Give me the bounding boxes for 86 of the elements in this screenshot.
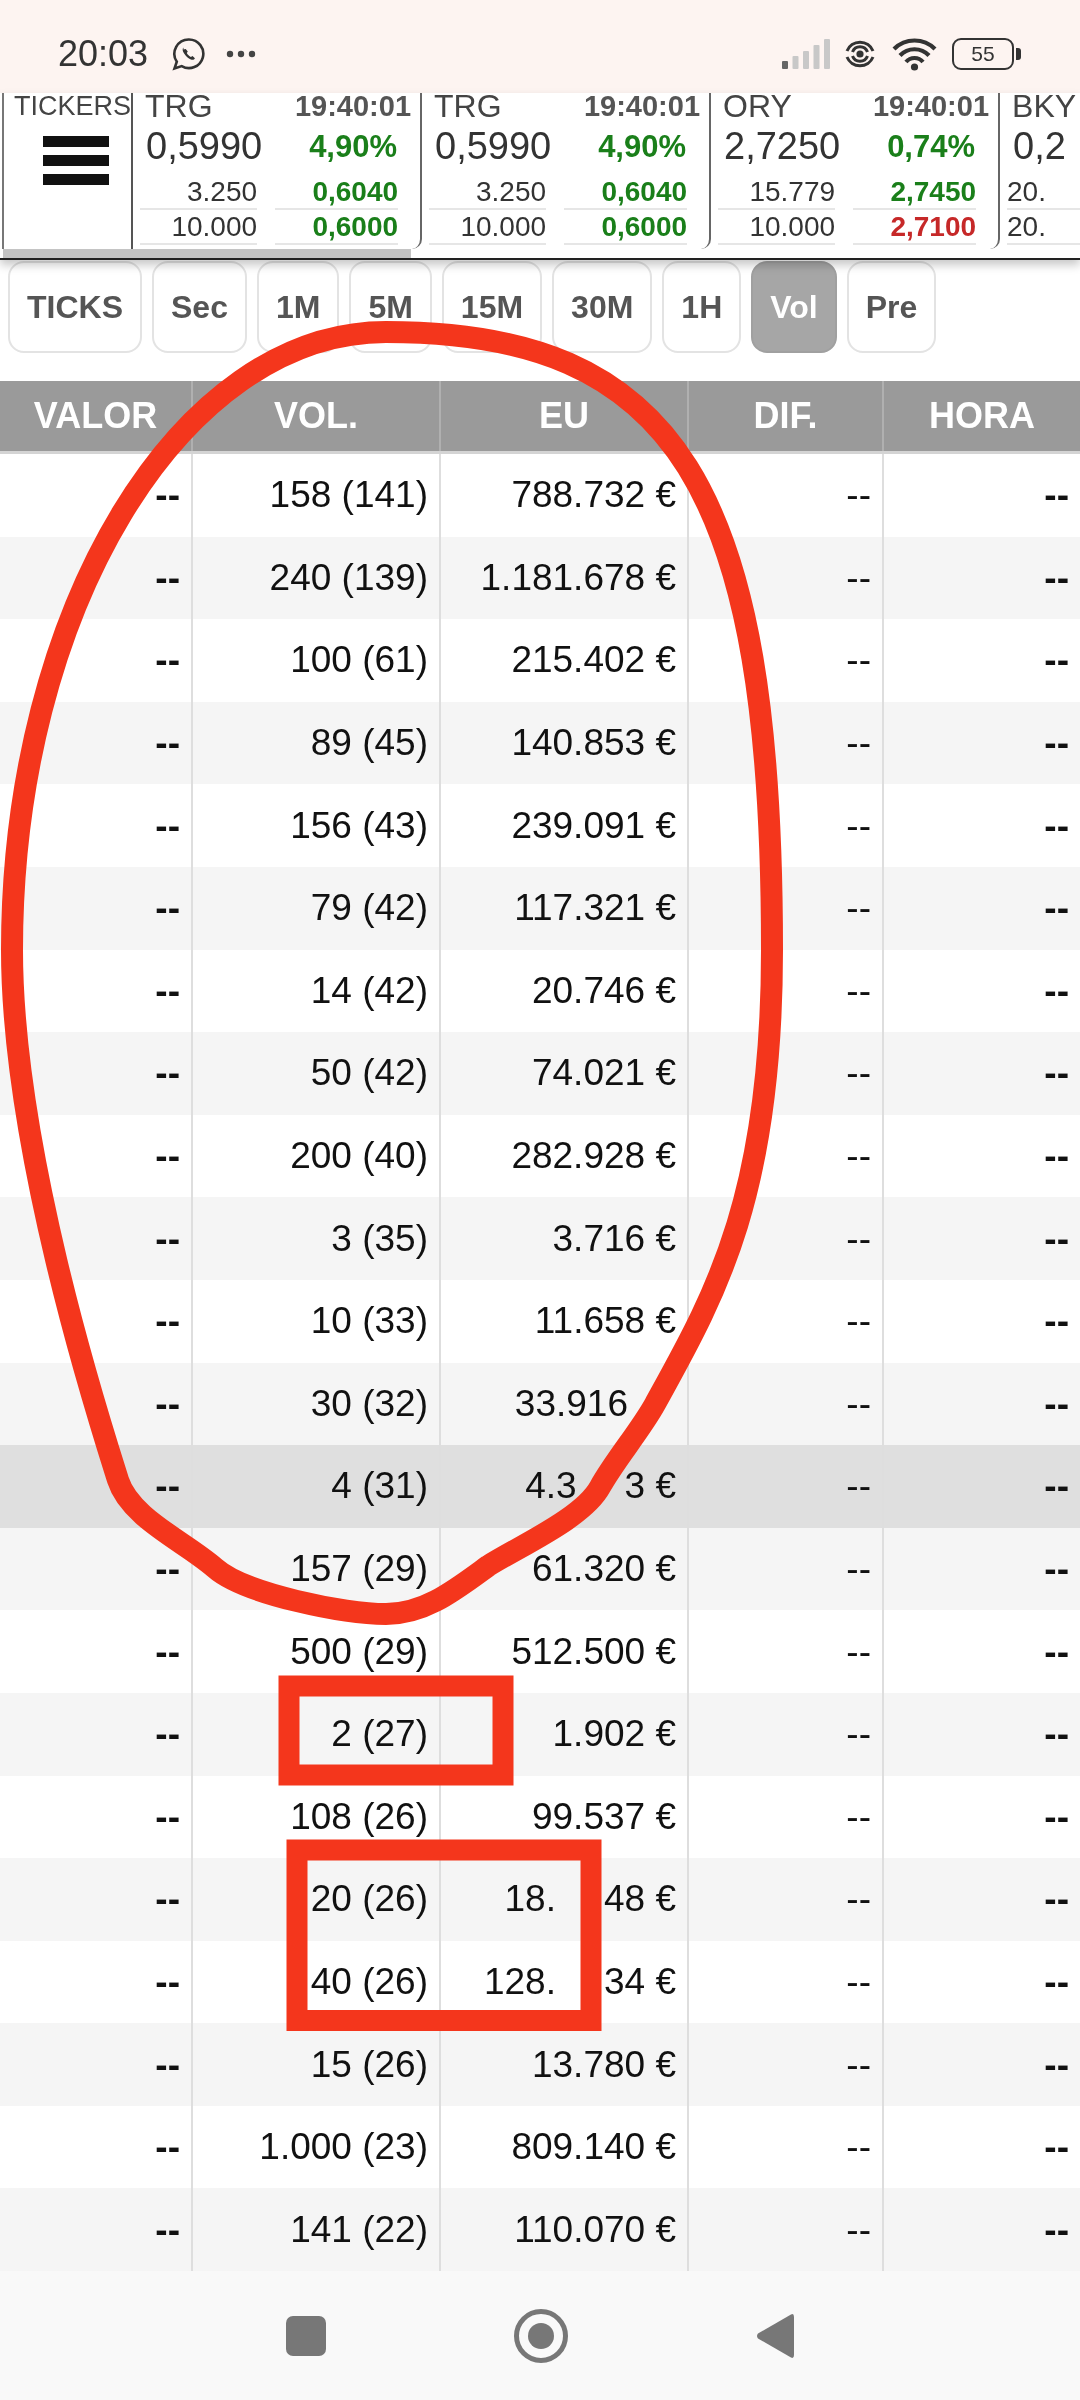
more-icon — [226, 49, 257, 58]
table-row[interactable]: -- 240 (139) 1.181.678 € -- -- — [0, 536, 1080, 620]
table-cell-text: -- — [1043, 1960, 1070, 2004]
ticker-price: 2,7250 — [724, 126, 841, 168]
price-text: 2,7450 — [853, 175, 977, 210]
quantity-text: 10.000 — [140, 210, 258, 245]
ticker-symbol: TRG — [145, 93, 213, 120]
ticker-card[interactable]: ORY 19:40:01 2,7250 0,74% 15.779 2,7450 10.000 2,7100 — [711, 93, 1001, 249]
table-cell-text: -- — [1043, 1381, 1070, 1426]
table-cell-text: -- — [1043, 1547, 1070, 1591]
table-cell-text: -- — [1043, 2207, 1070, 2252]
table-cell-text: -- — [1043, 638, 1070, 683]
quantity-text: 10.000 — [429, 210, 547, 245]
interval-tab[interactable]: 30M — [552, 261, 653, 353]
price-text: 0,6040 — [564, 175, 688, 210]
table-cell-text: -- — [1043, 886, 1070, 931]
table-cell-text: -- — [1043, 1794, 1070, 1839]
ticker-time: 19:40:01 — [872, 93, 990, 120]
table-cell-text: -- — [1043, 721, 1070, 766]
price-text: 0,6000 — [564, 210, 688, 245]
table-cell-text: -- — [1043, 1629, 1070, 1674]
wifi-icon — [892, 36, 937, 71]
table-row[interactable]: -- 3 (35) 3.716 € -- -- — [0, 1197, 1080, 1280]
ticker-symbol: BKY — [1012, 93, 1077, 120]
table-cell-text: -- — [1043, 1216, 1070, 1261]
table-row[interactable]: -- 50 (42) 74.021 € -- -- — [0, 1032, 1080, 1115]
ticker-change: 4,90% — [598, 129, 687, 165]
column-header: HORA — [928, 394, 1036, 438]
table-cell-text: -- — [1043, 1464, 1070, 1509]
home-icon[interactable] — [514, 2308, 568, 2363]
interval-tab[interactable]: 1H — [662, 261, 742, 353]
table-cell-text: -- — [1043, 1299, 1070, 1344]
column-header: DIF. — [689, 381, 884, 451]
interval-tab[interactable]: Sec — [152, 261, 247, 353]
table-cell-text: -- — [1043, 1877, 1070, 1922]
ticker-change: 4,90% — [309, 129, 398, 165]
table-row[interactable]: -- 89 (45) 140.853 € -- -- — [0, 701, 1080, 785]
battery-indicator: 55 — [952, 37, 1021, 70]
table-cell-text: -- — [1043, 803, 1070, 848]
back-icon[interactable] — [756, 2312, 794, 2359]
tickers-label: TICKERS — [14, 93, 132, 120]
ticker-time: 19:40:01 — [294, 93, 412, 120]
ticker-symbol: TRG — [434, 93, 502, 120]
phone-bubble-icon — [172, 36, 207, 71]
ticker-change: 0,74% — [887, 129, 976, 165]
quantity-text: 20. — [1007, 175, 1080, 210]
ticker-symbol: ORY — [723, 93, 792, 120]
table-cell-text: -- — [1043, 1712, 1070, 1757]
column-header: VALOR — [0, 381, 193, 451]
table-row[interactable]: -- 20 (26) 18. 48 € -- -- — [0, 1858, 1080, 1941]
scrollbar-thumb[interactable] — [3, 249, 411, 258]
quantity-text: 15.779 — [718, 175, 836, 210]
quantity-text: 10.000 — [718, 210, 836, 245]
ticker-card[interactable]: BKY 0,2 20. 20. — [1000, 93, 1080, 249]
table-cell-text: -- — [1043, 968, 1070, 1013]
status-time: 20:03 — [58, 35, 149, 72]
price-text: 0,6040 — [275, 175, 399, 210]
ticker-price: 0,5990 — [146, 126, 263, 168]
table-cell-text: -- — [1043, 555, 1070, 600]
ticker-time: 19:40:01 — [583, 93, 701, 120]
table-row[interactable]: -- 4 (31) 4.3 3 € -- -- — [0, 1445, 1080, 1528]
square-icon[interactable] — [286, 2315, 326, 2356]
interval-tab[interactable]: Pre — [846, 261, 937, 353]
signal-icon — [782, 38, 830, 69]
column-header: VOL. — [193, 381, 441, 451]
table-cell-text: -- — [1043, 473, 1070, 518]
table-row[interactable]: -- 15 (26) 13.780 € -- -- — [0, 2023, 1080, 2106]
interval-tab[interactable]: TICKS — [8, 261, 142, 353]
table-cell-text: -- — [1043, 2042, 1070, 2087]
quantity-text: 20. — [1007, 210, 1080, 245]
quantity-text: 3.250 — [429, 175, 547, 210]
table-cell-text: -- — [1043, 1134, 1070, 1179]
table-row[interactable]: -- 30 (32) 33.916 -- -- — [0, 1362, 1080, 1446]
quantity-text: 3.250 — [140, 175, 258, 210]
table-row[interactable]: -- 2 (27) 1.902 € -- -- — [0, 1692, 1080, 1776]
menu-icon[interactable] — [43, 136, 109, 185]
price-text: 0,6000 — [275, 210, 399, 245]
table-row[interactable]: -- 141 (22) 110.070 € -- -- — [0, 2188, 1080, 2272]
ticker-card[interactable]: TRG 19:40:01 0,5990 4,90% 3.250 0,6040 10.000 0,6000 — [422, 93, 712, 249]
ticker-price: 0,2 — [1013, 126, 1066, 168]
ticker-price: 0,5990 — [435, 126, 552, 168]
table-cell-text: -- — [1043, 1051, 1070, 1096]
column-header: EU — [441, 381, 689, 451]
table-cell-text: -- — [1043, 2125, 1070, 2170]
price-text: 2,7100 — [853, 210, 977, 245]
table-row[interactable]: -- 79 (42) 117.321 € -- -- — [0, 866, 1080, 950]
